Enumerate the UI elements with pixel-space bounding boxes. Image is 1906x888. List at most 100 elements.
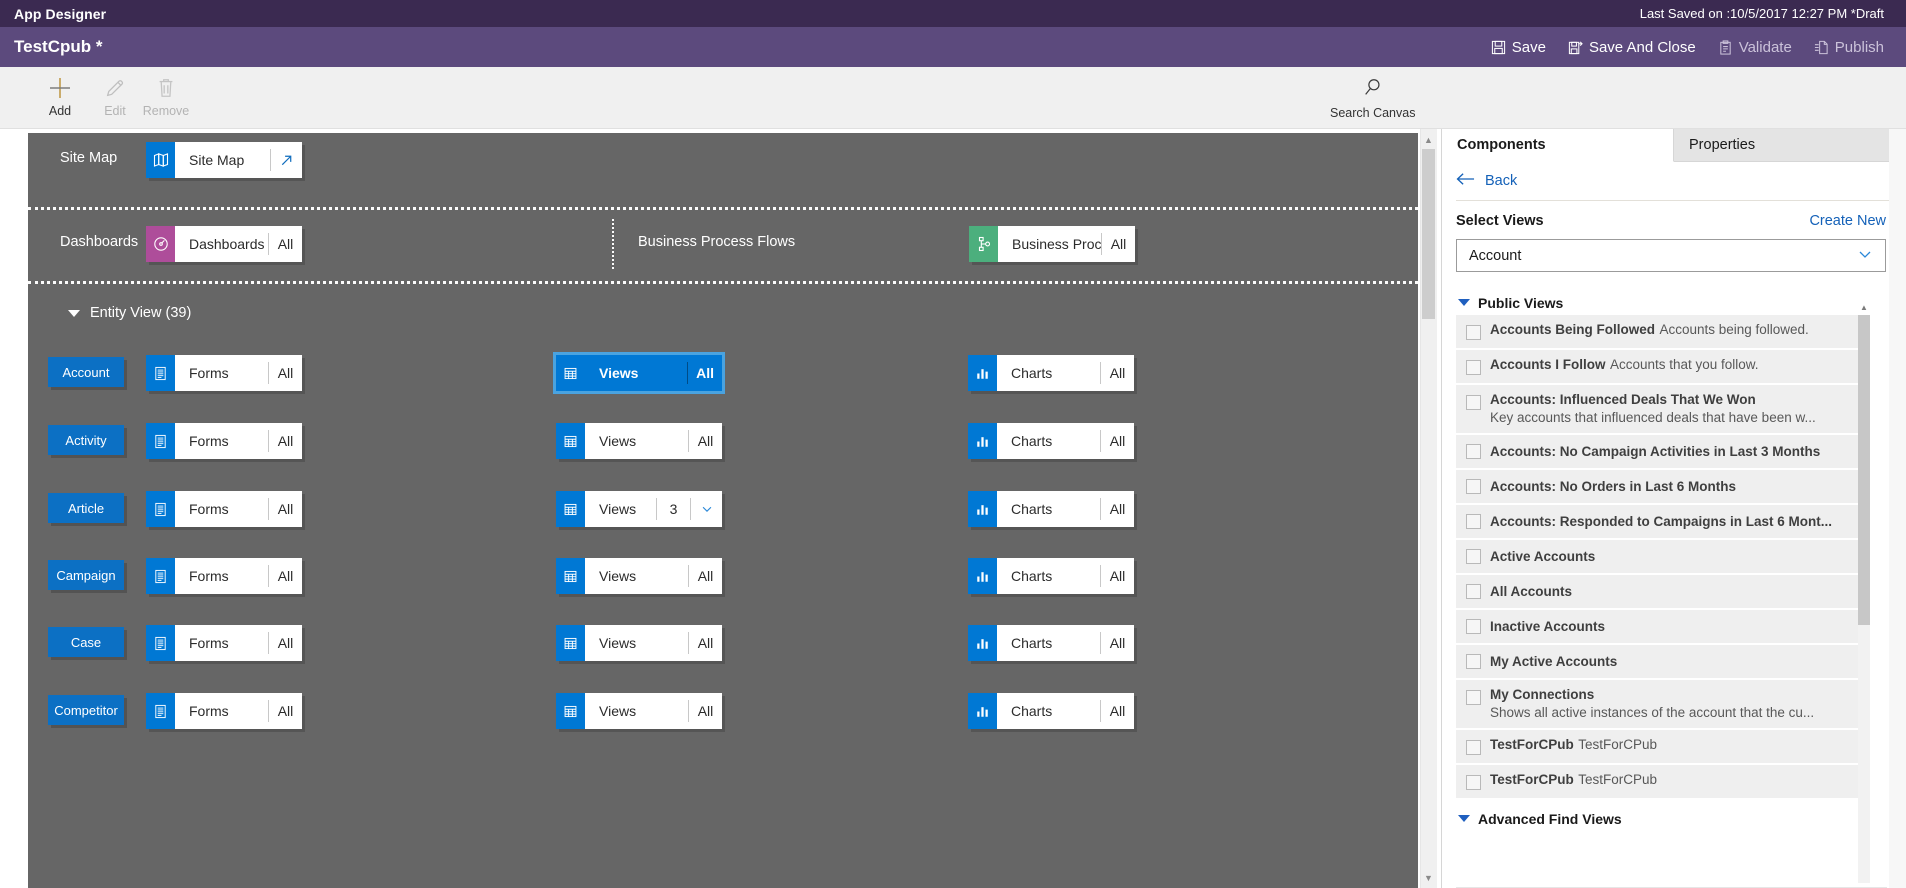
search-canvas-button[interactable]: Search Canvas	[1330, 77, 1415, 120]
charts-icon	[968, 558, 997, 594]
view-checkbox[interactable]	[1466, 584, 1481, 599]
list-item[interactable]: My Active Accounts	[1456, 645, 1870, 680]
list-item[interactable]: My Connections Shows all active instance…	[1456, 680, 1870, 730]
save-icon	[1491, 40, 1506, 55]
entity-pill-case[interactable]: Case	[48, 627, 124, 657]
list-item[interactable]: Accounts I Follow Accounts that you foll…	[1456, 350, 1870, 385]
tab-components[interactable]: Components	[1442, 129, 1674, 162]
scroll-up-icon[interactable]: ▲	[1422, 133, 1435, 146]
views-tile-case[interactable]: Views All	[556, 625, 722, 661]
forms-icon	[146, 693, 175, 729]
list-item[interactable]: Accounts: No Orders in Last 6 Months	[1456, 470, 1870, 505]
business-process-flows-tile[interactable]: Business Proces... All	[969, 226, 1135, 262]
charts-tile-case[interactable]: Charts All	[968, 625, 1134, 661]
list-item[interactable]: Active Accounts	[1456, 540, 1870, 575]
views-tile-article[interactable]: Views 3	[556, 491, 722, 527]
canvas-scrollbar-thumb[interactable]	[1422, 149, 1435, 319]
entity-view-section-header[interactable]: Entity View (39)	[68, 305, 191, 321]
forms-tile-campaign[interactable]: Forms All	[146, 558, 302, 594]
charts-tile-competitor[interactable]: Charts All	[968, 693, 1134, 729]
dashboards-tile[interactable]: Dashboards All	[146, 226, 302, 262]
arrow-left-icon	[1456, 172, 1475, 190]
forms-tile-label: Forms	[189, 635, 229, 651]
forms-icon	[146, 355, 175, 391]
charts-icon	[968, 625, 997, 661]
view-description: TestForCPub	[1578, 772, 1657, 787]
view-checkbox[interactable]	[1466, 619, 1481, 634]
list-item[interactable]: All Accounts	[1456, 575, 1870, 610]
entity-pill-competitor[interactable]: Competitor	[48, 695, 124, 725]
charts-tile-count: All	[1100, 565, 1134, 587]
forms-tile-competitor[interactable]: Forms All	[146, 693, 302, 729]
forms-tile-account[interactable]: Forms All	[146, 355, 302, 391]
view-checkbox[interactable]	[1466, 444, 1481, 459]
list-item[interactable]: Inactive Accounts	[1456, 610, 1870, 645]
view-checkbox[interactable]	[1466, 654, 1481, 669]
view-checkbox[interactable]	[1466, 775, 1481, 790]
forms-tile-article[interactable]: Forms All	[146, 491, 302, 527]
views-list-scrollbar[interactable]	[1858, 315, 1870, 883]
view-checkbox[interactable]	[1466, 549, 1481, 564]
views-tile-chevron-down-icon[interactable]	[690, 498, 722, 520]
list-item[interactable]: TestForCPub TestForCPub	[1456, 730, 1870, 765]
save-button[interactable]: Save	[1491, 39, 1546, 56]
list-item[interactable]: Accounts: Influenced Deals That We Won K…	[1456, 385, 1870, 435]
edit-label: Edit	[104, 104, 126, 118]
map-icon	[146, 142, 175, 178]
sitemap-tile[interactable]: Site Map	[146, 142, 302, 178]
view-name: TestForCPub	[1490, 772, 1574, 787]
list-item[interactable]: Accounts Being Followed Accounts being f…	[1456, 315, 1870, 350]
view-checkbox[interactable]	[1466, 395, 1481, 410]
group-public-views[interactable]: Public Views	[1456, 290, 1887, 315]
list-scroll-up-icon[interactable]: ▲	[1858, 301, 1870, 314]
add-button[interactable]: Add	[31, 75, 89, 118]
views-tile-campaign[interactable]: Views All	[556, 558, 722, 594]
tab-components-label: Components	[1457, 137, 1546, 153]
group-advanced-find-views[interactable]: Advanced Find Views	[1456, 806, 1887, 831]
views-tile-competitor[interactable]: Views All	[556, 693, 722, 729]
entity-select-dropdown[interactable]: Account	[1456, 239, 1886, 272]
chevron-down-icon	[1458, 815, 1470, 822]
group-public-views-label: Public Views	[1478, 294, 1564, 311]
publish-button[interactable]: Publish	[1814, 39, 1884, 56]
view-checkbox[interactable]	[1466, 479, 1481, 494]
view-name: Accounts: No Orders in Last 6 Months	[1490, 478, 1737, 494]
view-checkbox[interactable]	[1466, 325, 1481, 340]
charts-icon	[968, 693, 997, 729]
views-tile-count: All	[688, 565, 722, 587]
views-tile-account[interactable]: Views All	[553, 352, 725, 394]
views-list-scrollbar-thumb[interactable]	[1858, 315, 1870, 625]
remove-button[interactable]: Remove	[137, 75, 195, 118]
views-tile-activity[interactable]: Views All	[556, 423, 722, 459]
edit-button[interactable]: Edit	[86, 75, 144, 118]
create-new-link[interactable]: Create New	[1809, 213, 1886, 229]
list-item[interactable]: Accounts: No Campaign Activities in Last…	[1456, 435, 1870, 470]
forms-tile-case[interactable]: Forms All	[146, 625, 302, 661]
tab-properties[interactable]: Properties	[1674, 129, 1906, 161]
charts-tile-article[interactable]: Charts All	[968, 491, 1134, 527]
charts-tile-campaign[interactable]: Charts All	[968, 558, 1134, 594]
canvas-scrollbar[interactable]: ▲ ▼	[1420, 129, 1437, 888]
forms-tile-activity[interactable]: Forms All	[146, 423, 302, 459]
view-checkbox[interactable]	[1466, 514, 1481, 529]
list-item[interactable]: Accounts: Responded to Campaigns in Last…	[1456, 505, 1870, 540]
view-checkbox[interactable]	[1466, 690, 1481, 705]
views-tile-label: Views	[599, 365, 639, 381]
entity-pill-activity[interactable]: Activity	[48, 425, 124, 455]
entity-pill-campaign[interactable]: Campaign	[48, 560, 124, 590]
entity-pill-article[interactable]: Article	[48, 493, 124, 523]
validate-button[interactable]: Validate	[1718, 39, 1792, 56]
view-description: Accounts being followed.	[1659, 322, 1809, 337]
list-item[interactable]: TestForCPub TestForCPub	[1456, 765, 1870, 800]
charts-tile-activity[interactable]: Charts All	[968, 423, 1134, 459]
entity-pill-account[interactable]: Account	[48, 357, 124, 387]
back-button[interactable]: Back	[1442, 162, 1906, 200]
open-sitemap-icon[interactable]	[270, 149, 302, 171]
scroll-down-icon[interactable]: ▼	[1422, 871, 1435, 884]
charts-tile-account[interactable]: Charts All	[968, 355, 1134, 391]
forms-icon	[146, 625, 175, 661]
save-and-close-button[interactable]: Save And Close	[1568, 39, 1696, 56]
view-checkbox[interactable]	[1466, 740, 1481, 755]
save-label: Save	[1511, 38, 1546, 56]
view-checkbox[interactable]	[1466, 360, 1481, 375]
